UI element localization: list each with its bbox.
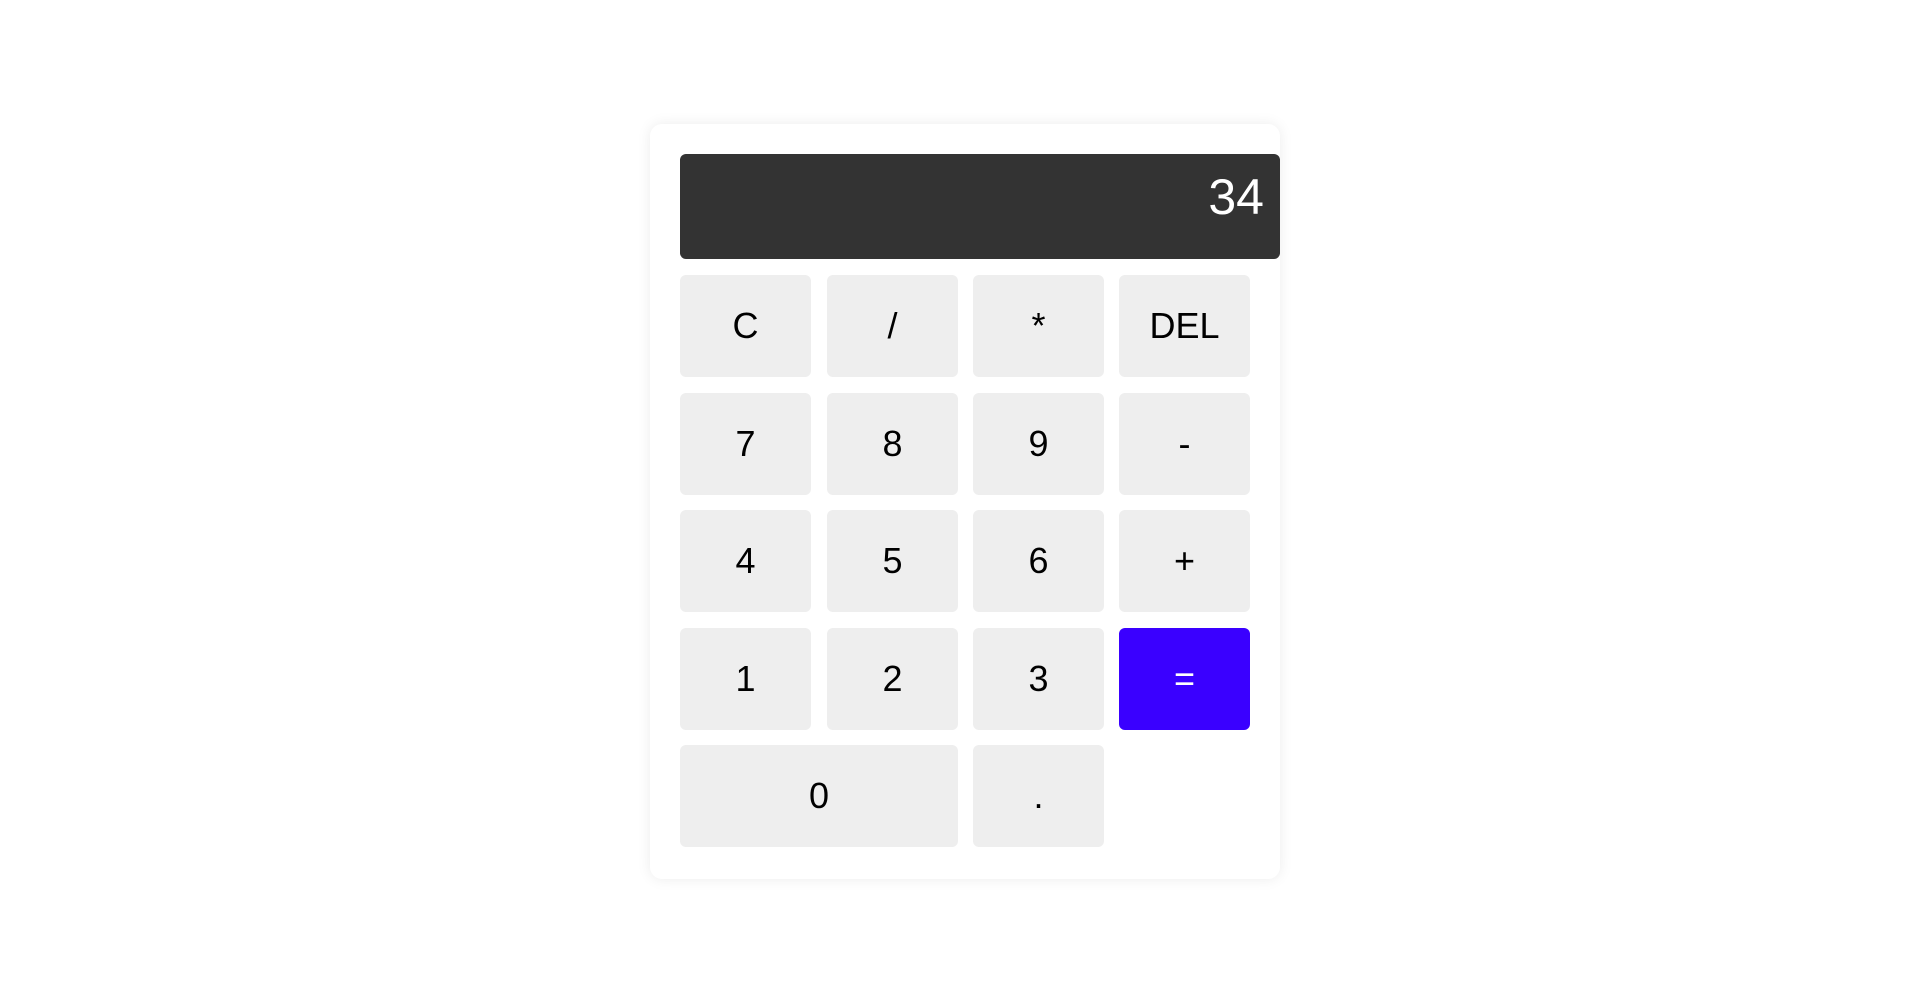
- digit-3-button[interactable]: 3: [973, 628, 1104, 730]
- digit-6-button[interactable]: 6: [973, 510, 1104, 612]
- digit-7-button[interactable]: 7: [680, 393, 811, 495]
- multiply-button[interactable]: *: [973, 275, 1104, 377]
- digit-5-button[interactable]: 5: [827, 510, 958, 612]
- display-screen: 34: [680, 154, 1280, 259]
- equals-button[interactable]: =: [1119, 628, 1250, 730]
- calculator: 34 C / * DEL 7 8 9 - 4 5 6 + 1 2 3 = 0 .: [650, 124, 1280, 879]
- digit-1-button[interactable]: 1: [680, 628, 811, 730]
- decimal-button[interactable]: .: [973, 745, 1104, 847]
- clear-button[interactable]: C: [680, 275, 811, 377]
- divide-button[interactable]: /: [827, 275, 958, 377]
- digit-0-button[interactable]: 0: [680, 745, 958, 847]
- digit-8-button[interactable]: 8: [827, 393, 958, 495]
- digit-4-button[interactable]: 4: [680, 510, 811, 612]
- plus-button[interactable]: +: [1119, 510, 1250, 612]
- delete-button[interactable]: DEL: [1119, 275, 1250, 377]
- digit-9-button[interactable]: 9: [973, 393, 1104, 495]
- digit-2-button[interactable]: 2: [827, 628, 958, 730]
- minus-button[interactable]: -: [1119, 393, 1250, 495]
